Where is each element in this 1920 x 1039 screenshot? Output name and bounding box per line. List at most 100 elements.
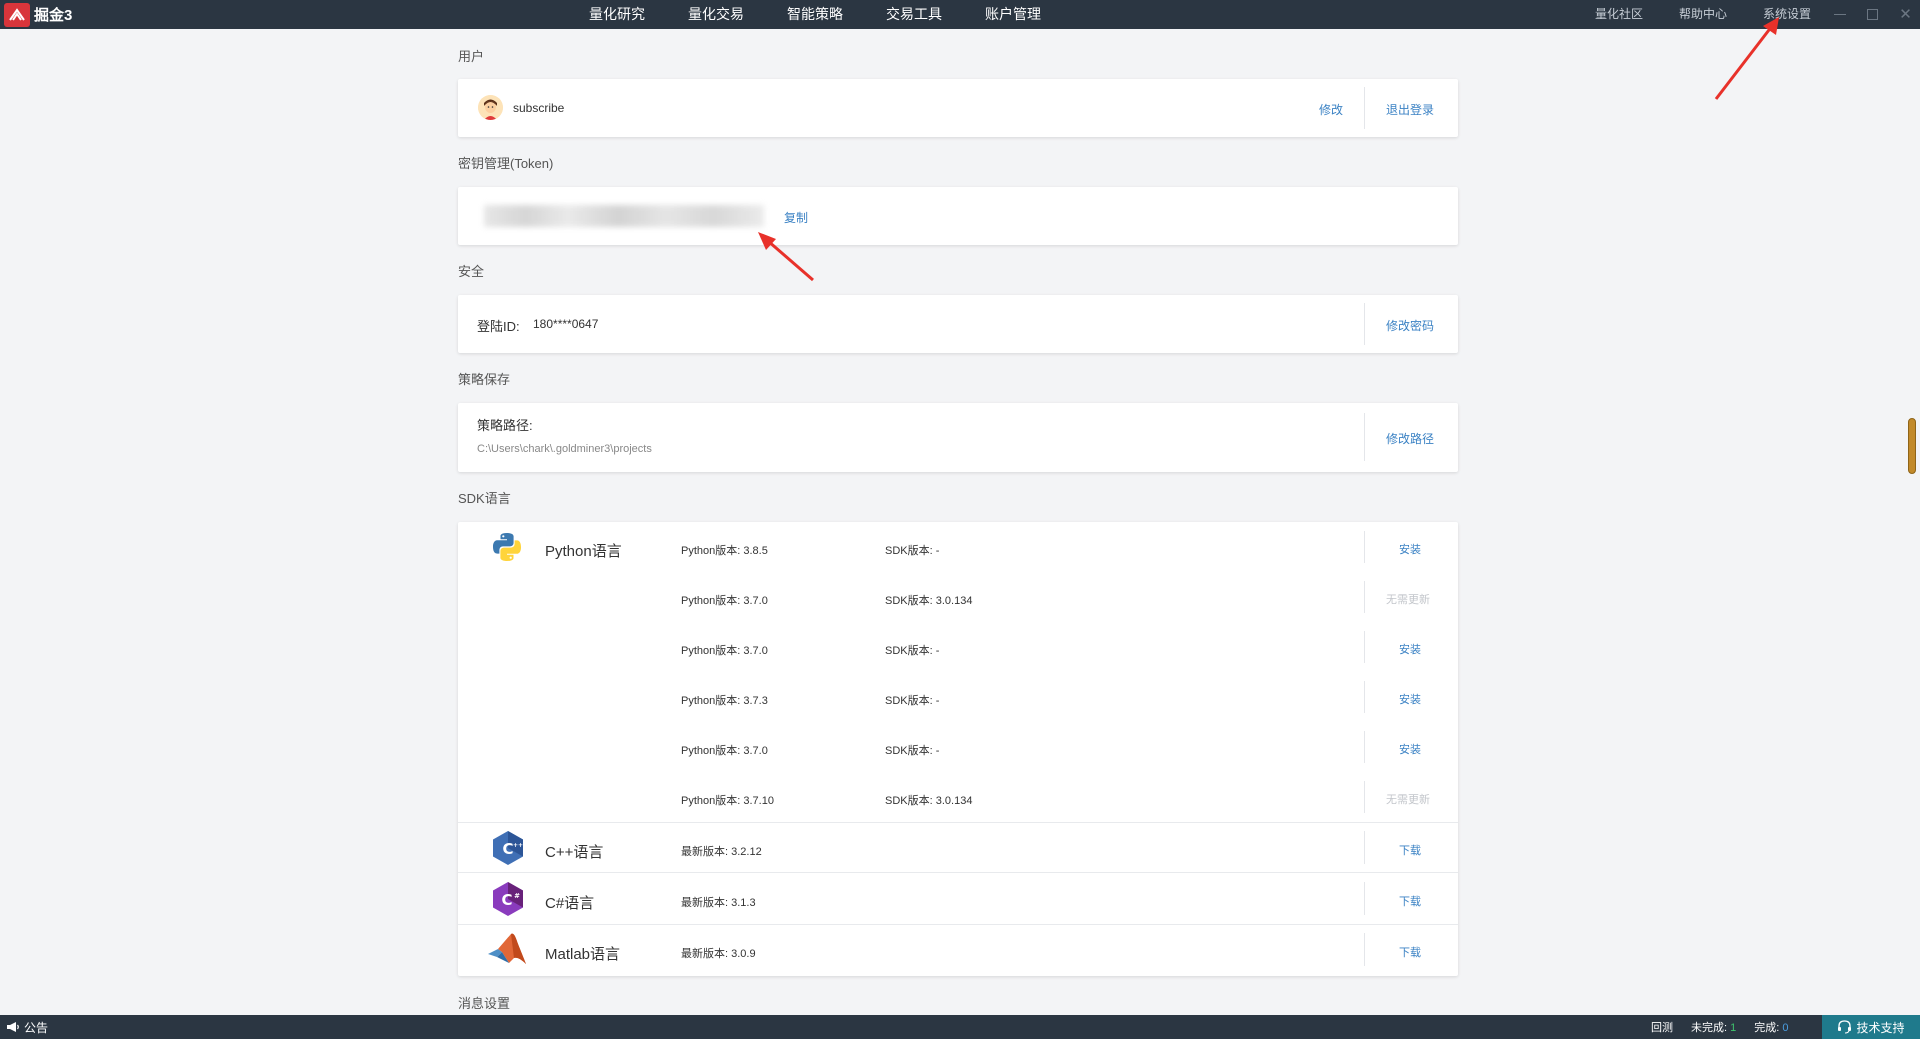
nav-account-management[interactable]: 账户管理: [985, 0, 1041, 29]
python-version: Python版本: 3.7.0: [681, 645, 768, 657]
close-icon: ✕: [1899, 6, 1912, 23]
link-help-center[interactable]: 帮助中心: [1679, 0, 1727, 29]
nav-smart-strategy[interactable]: 智能策略: [787, 0, 843, 29]
install-sdk-button[interactable]: 安装: [1399, 741, 1421, 757]
section-title-user: 用户: [458, 49, 485, 64]
divider: [1364, 631, 1365, 663]
python-version: Python版本: 3.7.0: [681, 745, 768, 757]
install-sdk-button[interactable]: 安装: [1399, 641, 1421, 657]
link-system-settings[interactable]: 系统设置: [1763, 0, 1811, 29]
close-button[interactable]: ✕: [1892, 0, 1919, 29]
nav-trading-tools[interactable]: 交易工具: [886, 0, 942, 29]
divider: [1364, 781, 1365, 813]
finished-label: 完成:: [1754, 1022, 1780, 1034]
divider: [1364, 831, 1365, 864]
cpp-icon: C ++: [491, 830, 525, 871]
maximize-icon: [1867, 9, 1878, 20]
backtest-label[interactable]: 回测: [1651, 1019, 1673, 1035]
title-bar: 掘金3 量化研究 量化交易 智能策略 交易工具 账户管理 量化社区 帮助中心 系…: [0, 0, 1920, 29]
sdk-version: SDK版本: -: [885, 545, 940, 557]
user-card: subscribe 修改 退出登录: [458, 79, 1458, 137]
unfinished-status: 未完成: 1: [1691, 1019, 1736, 1035]
app-logo: 掘金3: [4, 2, 72, 27]
main-nav: 量化研究 量化交易 智能策略 交易工具 账户管理: [589, 0, 1084, 29]
sdk-version: SDK版本: -: [885, 745, 940, 757]
app-name: 掘金3: [34, 7, 73, 24]
install-sdk-button[interactable]: 安装: [1399, 541, 1421, 557]
strategy-path-label: 策略路径:: [477, 418, 533, 433]
avatar: [478, 95, 503, 120]
python-version: Python版本: 3.7.3: [681, 695, 768, 707]
nav-quant-research[interactable]: 量化研究: [589, 0, 645, 29]
unfinished-count: 1: [1730, 1022, 1737, 1034]
csharp-latest-version: 最新版本: 3.1.3: [681, 897, 756, 909]
row-separator: [458, 872, 1458, 873]
divider: [1364, 933, 1365, 966]
unfinished-label: 未完成:: [1691, 1022, 1728, 1034]
edit-user-button[interactable]: 修改: [1319, 101, 1343, 118]
tech-support-label: 技术支持: [1856, 1020, 1905, 1035]
cpp-language-name: C++语言: [545, 844, 604, 861]
support-headset-icon: [1838, 1020, 1852, 1034]
python-version: Python版本: 3.8.5: [681, 545, 768, 557]
row-separator: [458, 924, 1458, 925]
matlab-icon: [487, 932, 527, 973]
sdk-version: SDK版本: -: [885, 695, 940, 707]
finished-count: 0: [1782, 1022, 1789, 1034]
logout-button[interactable]: 退出登录: [1386, 101, 1434, 118]
maximize-button[interactable]: [1859, 0, 1886, 29]
tech-support-button[interactable]: 技术支持: [1822, 1015, 1920, 1039]
svg-text:C: C: [502, 840, 513, 858]
matlab-language-name: Matlab语言: [545, 946, 621, 963]
divider: [1364, 531, 1365, 563]
logo-mark-icon: [4, 2, 30, 27]
section-title-message: 消息设置: [458, 996, 511, 1011]
row-separator: [458, 822, 1458, 823]
login-id-value: 180****0647: [533, 317, 599, 331]
security-card: 登陆ID: 180****0647 修改密码: [458, 295, 1458, 353]
svg-text:++: ++: [513, 842, 523, 849]
token-card: 复制: [458, 187, 1458, 245]
divider: [1364, 731, 1365, 763]
change-path-button[interactable]: 修改路径: [1386, 430, 1434, 447]
link-quant-community[interactable]: 量化社区: [1595, 0, 1643, 29]
section-title-strategy-save: 策略保存: [458, 372, 511, 387]
megaphone-icon: [7, 1022, 19, 1032]
sdk-version: SDK版本: 3.0.134: [885, 595, 973, 607]
change-password-button[interactable]: 修改密码: [1386, 317, 1434, 334]
top-right-links: 量化社区 帮助中心 系统设置: [1595, 0, 1847, 29]
install-sdk-button[interactable]: 安装: [1399, 691, 1421, 707]
settings-content: 用户 subscribe 修改 退出登录 密钥管理(Token) 复制 安全 登…: [0, 29, 1920, 1015]
section-title-security: 安全: [458, 264, 485, 279]
python-version: Python版本: 3.7.10: [681, 795, 774, 807]
copy-token-button[interactable]: 复制: [784, 209, 808, 226]
minimize-button[interactable]: [1826, 0, 1853, 29]
matlab-latest-version: 最新版本: 3.0.9: [681, 948, 756, 960]
no-update-needed-label: 无需更新: [1386, 794, 1430, 806]
nav-quant-trading[interactable]: 量化交易: [688, 0, 744, 29]
divider: [1364, 303, 1365, 345]
csharp-icon: C #: [491, 881, 525, 922]
divider: [1364, 882, 1365, 915]
python-language-name: Python语言: [545, 543, 622, 560]
scrollbar-thumb[interactable]: [1908, 418, 1916, 474]
download-csharp-button[interactable]: 下载: [1399, 893, 1421, 909]
task-status: 回测 未完成: 1 完成: 0: [1651, 1015, 1807, 1039]
strategy-save-card: 策略路径: C:\Users\chark\.goldminer3\project…: [458, 403, 1458, 472]
section-title-token: 密钥管理(Token): [458, 156, 554, 171]
token-value-blurred: [484, 205, 764, 227]
python-version: Python版本: 3.7.0: [681, 595, 768, 607]
minimize-icon: [1833, 14, 1846, 15]
divider: [1364, 581, 1365, 613]
login-id-label: 登陆ID:: [477, 319, 520, 334]
no-update-needed-label: 无需更新: [1386, 594, 1430, 606]
divider: [1364, 681, 1365, 713]
strategy-path-value: C:\Users\chark\.goldminer3\projects: [477, 443, 652, 455]
cpp-latest-version: 最新版本: 3.2.12: [681, 846, 762, 858]
section-title-sdk: SDK语言: [458, 491, 511, 506]
notice-button[interactable]: 公告: [6, 1015, 48, 1039]
sdk-version: SDK版本: 3.0.134: [885, 795, 973, 807]
download-cpp-button[interactable]: 下载: [1399, 842, 1421, 858]
status-bar: 公告 回测 未完成: 1 完成: 0 技术支持: [0, 1015, 1920, 1039]
download-matlab-button[interactable]: 下载: [1399, 944, 1421, 960]
